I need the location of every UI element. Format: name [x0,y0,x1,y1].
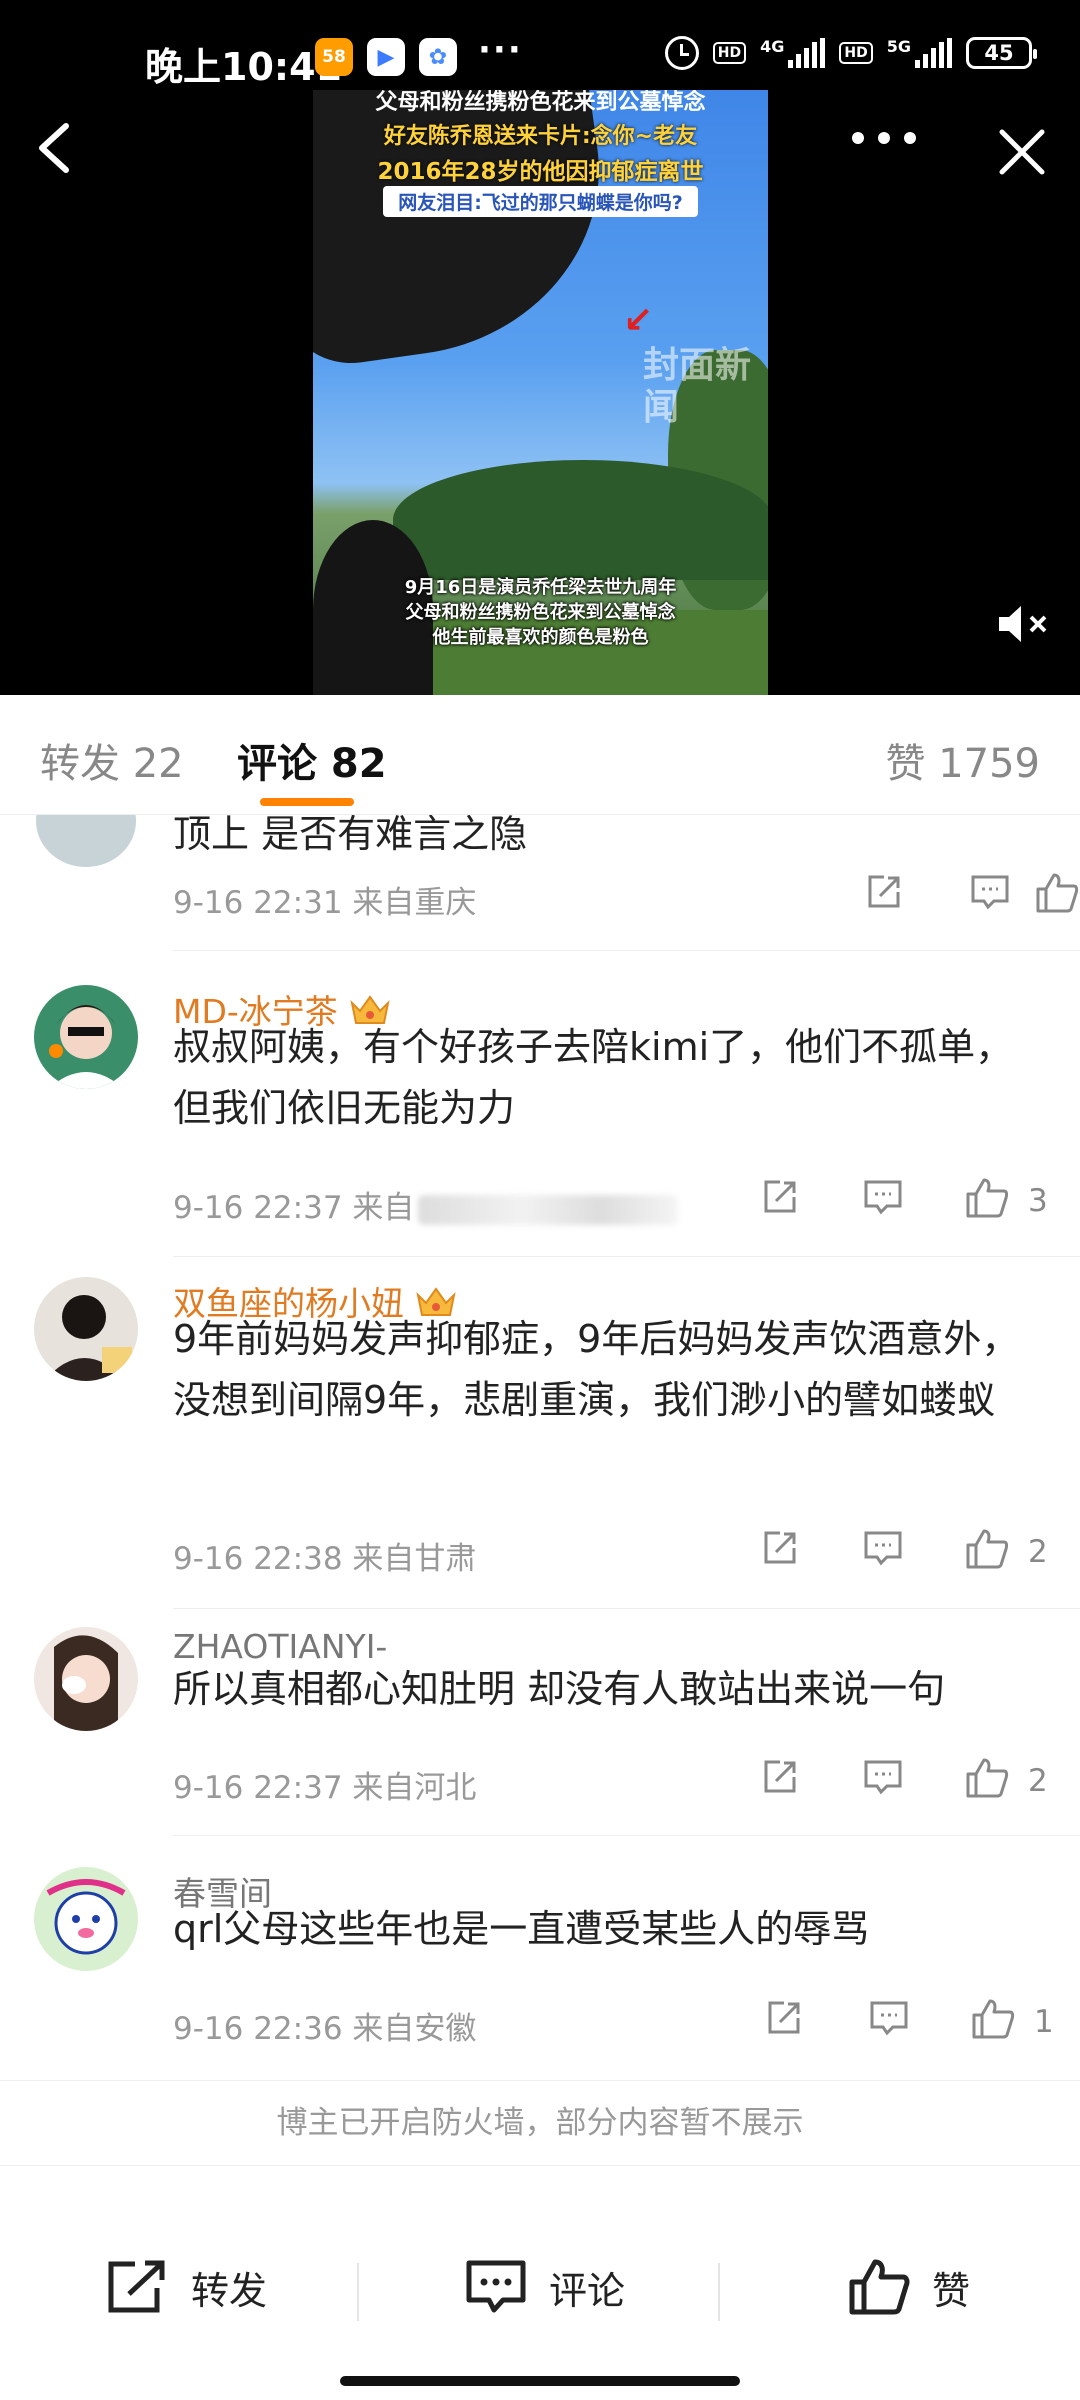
comment-actions: 2 [680,1757,1080,1817]
share-icon[interactable] [760,1177,800,1217]
more-options-icon[interactable] [852,132,916,144]
comment-meta: 9-16 22:31 来自重庆 [173,885,477,921]
like-button[interactable]: 赞 [848,2258,970,2316]
like-icon[interactable] [1035,872,1079,914]
blurred-location [418,1194,679,1225]
reply-icon[interactable] [869,1998,909,2038]
like-icon[interactable] [965,1757,1009,1799]
avatar[interactable] [34,1277,138,1381]
like-icon [849,2259,910,2315]
network-4g-label: 4G [760,36,785,56]
app-58-icon: 58 [315,38,353,76]
reply-icon[interactable] [863,1757,903,1797]
comment-button[interactable]: 评论 [465,2258,625,2316]
firewall-notice: 博主已开启防火墙，部分内容暂不展示 [0,2080,1080,2165]
signal-icon [915,38,952,68]
comment-meta: 9-16 22:37 来自 [173,1182,679,1227]
mute-icon[interactable] [995,602,1051,646]
more-notifications-icon: ··· [478,30,523,70]
like-label: 赞 [932,2268,971,2313]
comment-list[interactable]: 顶上 是否有难言之隐 9-16 22:31 来自重庆 MD-冰宁茶 叔叔阿姨，有… [0,815,1080,2080]
video-player[interactable]: 父母和粉丝携粉色花来到公墓悼念 好友陈乔恩送来卡片:念你~老友 2016年28岁… [313,90,768,695]
video-header: 晚上10:41 58 ▶ ✿ ··· HD 4G HD 5G 45 父母和粉丝携… [0,0,1080,695]
reply-icon[interactable] [970,872,1010,912]
tab-active-indicator [260,798,354,806]
share-icon[interactable] [760,1528,800,1568]
hd-icon: HD [712,42,747,64]
comment-meta: 9-16 22:38 来自甘肃 [173,1541,477,1577]
like-icon[interactable] [965,1528,1009,1570]
like-icon[interactable] [965,1177,1009,1219]
comment-label: 评论 [549,2268,626,2313]
video-subtitle-3: 他生前最喜欢的颜色是粉色 [432,627,649,648]
share-icon[interactable] [760,1757,800,1797]
comment-actions: 2 [680,1528,1080,1588]
share-icon [108,2260,165,2313]
video-headline-top: 父母和粉丝携粉色花来到公墓悼念 [375,90,706,115]
tab-repost[interactable]: 转发 22 [40,731,184,789]
bottom-action-bar: 转发 评论 赞 [0,2165,1080,2400]
divider [173,1256,1080,1257]
like-count: 3 [1028,1183,1048,1219]
divider [173,1608,1080,1609]
repost-button[interactable]: 转发 [105,2258,267,2316]
video-headline-4: 网友泪目:飞过的那只蝴蝶是你吗? [383,186,698,217]
comment-meta: 9-16 22:36 来自安徽 [173,2011,477,2047]
status-time: 晚上10:41 [145,45,342,89]
reply-icon[interactable] [863,1528,903,1568]
network-5g-label: 5G [886,36,911,56]
comment-text: 9年前妈妈发声抑郁症，9年后妈妈发声饮酒意外，没想到间隔9年，悲剧重演，我们渺小… [173,1317,1020,1422]
comment-actions: 3 [680,1177,1080,1237]
avatar[interactable] [34,1867,138,1971]
like-count: 1 [1034,2004,1054,2040]
notification-icons: 58 ▶ ✿ [315,38,457,76]
repost-label: 转发 [191,2268,268,2313]
share-icon[interactable] [864,872,904,912]
video-headline-2: 好友陈乔恩送来卡片:念你~老友 [383,124,698,149]
home-indicator[interactable] [340,2376,740,2386]
alarm-icon [664,36,699,70]
divider [173,950,1080,951]
video-headline-3: 2016年28岁的他因抑郁症离世 [377,159,704,185]
like-count: 2 [1028,1763,1048,1799]
comment-meta: 9-16 22:37 来自河北 [173,1770,477,1806]
avatar[interactable] [34,1627,138,1731]
comment-icon [466,2260,526,2313]
divider [357,2263,359,2321]
tab-comment[interactable]: 评论 82 [237,731,387,789]
play-app-icon: ▶ [367,38,405,76]
reply-icon[interactable] [863,1177,903,1217]
comment-text: qrl父母这些年也是一直遭受某些人的辱骂 [173,1907,870,1951]
video-subtitle-2: 父母和粉丝携粉色花来到公墓悼念 [405,602,676,623]
battery-icon: 45 [966,37,1037,69]
comment-text: 叔叔阿姨，有个好孩子去陪kimi了，他们不孤单，但我们依旧无能为力 [173,1025,1014,1130]
back-arrow-icon[interactable] [30,118,80,178]
divider [718,2263,720,2321]
like-count: 2 [1028,1534,1048,1570]
like-icon[interactable] [971,1998,1015,2040]
comment-actions: 1 [680,1998,1080,2058]
video-subtitle-1: 9月16日是演员乔任梁去世九周年 [404,577,677,598]
detail-tabs: 转发 22 评论 82 赞 1759 [0,695,1080,815]
avatar[interactable] [36,815,136,867]
video-watermark: 封面新闻 [643,345,752,428]
share-icon[interactable] [764,1998,804,2038]
avatar[interactable] [34,985,138,1089]
status-right: HD 4G HD 5G 45 [664,36,1037,70]
close-icon[interactable] [994,124,1050,180]
red-arrow-icon: ↙ [623,300,654,341]
video-scene-trees [393,460,768,580]
comment-text: 顶上 是否有难言之隐 [173,815,528,856]
comment-text: 所以真相都心知肚明 却没有人敢站出来说一句 [173,1667,946,1711]
cloud-app-icon: ✿ [419,38,457,76]
comment-actions [680,872,1080,932]
tab-like[interactable]: 赞 1759 [885,731,1040,789]
signal-icon [788,38,826,68]
hd-icon: HD [839,42,873,64]
divider [173,1835,1080,1836]
